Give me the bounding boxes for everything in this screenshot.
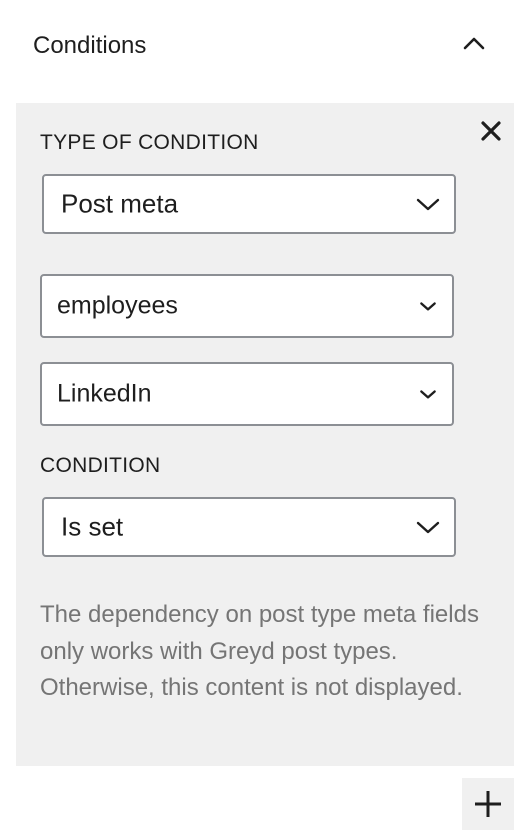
- condition-operator-select[interactable]: Is set: [42, 497, 456, 557]
- remove-condition-button[interactable]: [473, 113, 509, 149]
- condition-type-select[interactable]: Post meta: [42, 174, 456, 234]
- collapse-button[interactable]: [452, 22, 496, 66]
- help-text: The dependency on post type meta fields …: [40, 601, 479, 701]
- chevron-up-icon: [463, 37, 485, 50]
- condition-card: TYPE OF CONDITION Post meta employees Li…: [16, 103, 514, 766]
- condition-label: CONDITION: [40, 454, 161, 477]
- add-condition-button[interactable]: [462, 778, 514, 830]
- chevron-down-icon: [416, 521, 440, 534]
- post-type-value: employees: [57, 291, 178, 320]
- chevron-down-icon: [416, 198, 440, 211]
- meta-field-select[interactable]: LinkedIn: [40, 362, 454, 426]
- plus-icon: [475, 791, 501, 817]
- meta-field-value: LinkedIn: [57, 379, 152, 408]
- condition-type-value: Post meta: [61, 188, 179, 219]
- chevron-down-icon: [420, 390, 436, 399]
- type-of-condition-label: TYPE OF CONDITION: [40, 131, 259, 154]
- chevron-down-icon: [420, 302, 436, 311]
- conditions-panel-header[interactable]: Conditions: [0, 0, 530, 94]
- panel-title: Conditions: [33, 32, 147, 59]
- close-icon: [481, 121, 501, 141]
- condition-operator-value: Is set: [61, 511, 124, 542]
- post-type-select[interactable]: employees: [40, 274, 454, 338]
